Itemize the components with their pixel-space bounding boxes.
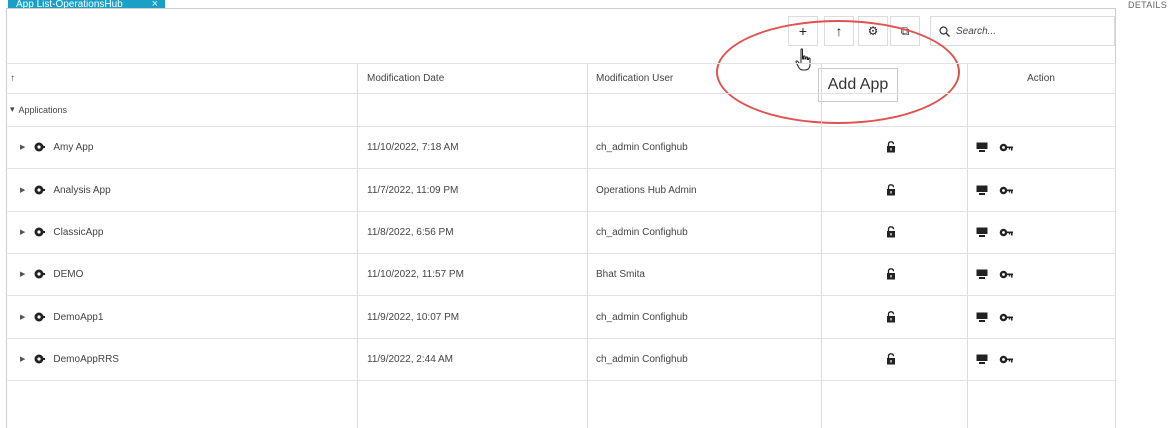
unlock-icon[interactable] [886,126,906,168]
column-divider [967,63,968,428]
app-name: DemoAppRRS [53,353,119,365]
row-divider [6,380,1116,381]
group-applications[interactable]: ▾ Applications [10,93,350,126]
caret-right-icon[interactable]: ▶ [20,313,25,321]
table-cell-date: 11/9/2022, 2:44 AM [367,353,453,365]
search-input[interactable] [954,24,1108,38]
table-row-name[interactable]: ▶ Analysis App [20,169,350,211]
settings-button[interactable]: ⚙ [858,16,888,46]
table-row-name[interactable]: ▶ ClassicApp [20,211,350,253]
row-actions [976,253,1036,295]
table-cell-date: 11/10/2022, 7:18 AM [367,141,459,153]
app-name: DEMO [53,268,84,280]
monitor-icon[interactable] [976,142,988,153]
plus-icon: + [798,23,808,39]
table-cell-date: 11/8/2022, 6:56 PM [367,226,454,238]
app-gear-icon [34,185,46,195]
search-box[interactable] [930,16,1115,46]
table-cell-date: 11/10/2022, 11:57 PM [367,268,464,280]
app-gear-icon [34,142,46,152]
monitor-icon[interactable] [976,269,988,280]
table-row-name[interactable]: ▶ Amy App [20,126,350,168]
gear-icon: ⚙ [867,24,879,38]
table-cell-user: ch_admin Confighub [596,311,688,323]
row-actions [976,296,1036,338]
app-gear-icon [34,312,46,322]
modification-user-header[interactable]: Modification User [596,63,796,93]
table-row-name[interactable]: ▶ DEMO [20,253,350,295]
table-cell-user: ch_admin Confighub [596,226,688,238]
table-cell-user: ch_admin Confighub [596,353,688,365]
unlock-icon[interactable] [886,296,906,338]
caret-right-icon[interactable]: ▶ [20,186,25,194]
monitor-icon[interactable] [976,312,988,323]
upload-icon: ↑ [835,23,843,39]
unlock-icon[interactable] [886,338,906,380]
search-icon [939,25,950,37]
details-link[interactable]: DETAILS [1128,0,1167,10]
monitor-icon[interactable] [976,227,988,238]
caret-down-icon[interactable]: ▾ [10,104,15,115]
copy-icon: ⧉ [900,23,910,38]
unlock-icon[interactable] [886,169,906,211]
action-header: Action [1027,72,1055,84]
monitor-icon[interactable] [976,354,988,365]
row-actions [976,211,1036,253]
caret-right-icon[interactable]: ▶ [20,355,25,363]
monitor-icon[interactable] [976,185,988,196]
key-gear-icon[interactable] [999,354,1014,365]
name-column-header[interactable]: ↑ [10,63,350,93]
upload-button[interactable]: ↑ [824,16,854,46]
app-gear-icon [34,354,46,364]
key-gear-icon[interactable] [999,312,1014,323]
modification-date-header[interactable]: Modification Date [367,63,567,93]
group-label: Applications [18,104,68,115]
copy-button[interactable]: ⧉ [890,16,920,46]
column-divider [1115,63,1116,428]
key-gear-icon[interactable] [999,269,1014,280]
key-gear-icon[interactable] [999,142,1014,153]
app-gear-icon [34,227,46,237]
row-actions [976,126,1036,168]
add-app-button[interactable]: + [788,16,818,46]
column-divider [587,63,588,428]
app-name: DemoApp1 [53,311,104,323]
unlock-icon[interactable] [886,253,906,295]
table-cell-date: 11/9/2022, 10:07 PM [367,311,460,323]
table-cell-user: ch_admin Confighub [596,141,688,153]
row-actions [976,338,1036,380]
key-gear-icon[interactable] [999,185,1014,196]
app-name: ClassicApp [53,226,104,238]
column-divider [357,63,358,428]
table-row-name[interactable]: ▶ DemoAppRRS [20,338,350,380]
table-row-name[interactable]: ▶ DemoApp1 [20,296,350,338]
sort-ascending-icon[interactable]: ↑ [10,73,15,84]
table-cell-user: Operations Hub Admin [596,184,697,196]
app-gear-icon [34,269,46,279]
app-name: Analysis App [53,184,111,196]
caret-right-icon[interactable]: ▶ [20,143,25,151]
column-divider [821,63,822,428]
table-cell-user: Bhat Smita [596,268,645,280]
app-name: Amy App [53,141,94,153]
app-table: ↑ Modification Date Modification User Ac… [6,63,1116,428]
key-gear-icon[interactable] [999,227,1014,238]
table-cell-date: 11/7/2022, 11:09 PM [367,184,459,196]
caret-right-icon[interactable]: ▶ [20,270,25,278]
row-actions [976,169,1036,211]
caret-right-icon[interactable]: ▶ [20,228,25,236]
unlock-icon[interactable] [886,211,906,253]
